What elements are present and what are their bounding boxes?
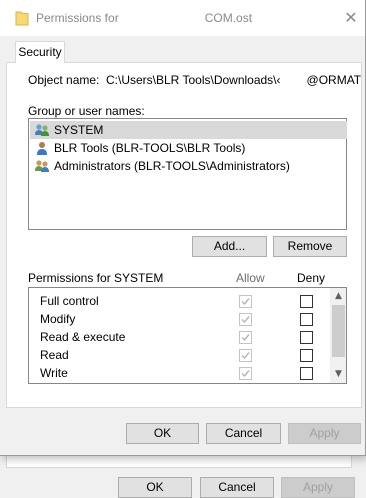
allow-checkbox — [239, 367, 252, 380]
deny-column-header: Deny — [297, 271, 326, 285]
permission-name: Write — [40, 366, 68, 380]
object-name-value-right: @ORMAT — [306, 73, 362, 87]
user-label: Administrators (BLR-TOOLS\Administrators… — [54, 159, 290, 173]
remove-user-button[interactable]: Remove — [273, 236, 347, 257]
user-row-system[interactable]: SYSTEM — [30, 121, 347, 139]
title-bar[interactable]: Permissions for COM.ost ✕ — [0, 0, 365, 36]
parent-apply-button: Apply — [281, 477, 355, 498]
deny-checkbox[interactable] — [300, 331, 313, 344]
users-group-icon — [34, 158, 50, 174]
folder-icon — [15, 10, 29, 26]
permission-row: Modify — [29, 310, 329, 328]
close-button[interactable]: ✕ — [338, 6, 364, 30]
permission-name: Read & execute — [40, 330, 126, 344]
object-name-label: Object name: — [28, 73, 100, 87]
permissions-dialog: Permissions for COM.ost ✕ Security Object… — [0, 0, 366, 456]
permission-name: Read — [40, 348, 69, 362]
user-label: BLR Tools (BLR-TOOLS\BLR Tools) — [54, 141, 246, 155]
cancel-button[interactable]: Cancel — [206, 423, 281, 444]
permission-row: Read — [29, 346, 329, 364]
user-row-blr-tools[interactable]: BLR Tools (BLR-TOOLS\BLR Tools) — [30, 139, 347, 157]
user-row-administrators[interactable]: Administrators (BLR-TOOLS\Administrators… — [30, 157, 347, 175]
parent-cancel-button[interactable]: Cancel — [200, 477, 274, 498]
permission-name: Modify — [40, 312, 76, 326]
allow-checkbox — [239, 295, 252, 308]
close-icon: ✕ — [344, 8, 358, 27]
deny-checkbox[interactable] — [300, 367, 313, 380]
permission-name: Full control — [40, 294, 99, 308]
allow-checkbox — [239, 349, 252, 362]
permission-row: Read & execute — [29, 328, 329, 346]
allow-column-header: Allow — [236, 271, 265, 285]
parent-ok-button[interactable]: OK — [118, 477, 192, 498]
group-names-label: Group or user names: — [28, 104, 145, 118]
add-user-button[interactable]: Add... — [192, 236, 267, 257]
window-title: Permissions for COM.ost — [36, 11, 252, 25]
users-group-icon — [34, 122, 50, 138]
ok-button[interactable]: OK — [126, 423, 199, 444]
user-icon — [34, 140, 50, 156]
permissions-scrollbar[interactable]: ▲ ▼ — [330, 288, 346, 383]
tab-security[interactable]: Security — [15, 41, 65, 63]
deny-checkbox[interactable] — [300, 313, 313, 326]
object-name-value-left: C:\Users\BLR Tools\Downloads\‹ — [106, 73, 281, 87]
user-label: SYSTEM — [54, 123, 104, 137]
permission-row: Full control — [29, 292, 329, 310]
window-title-right: COM.ost — [204, 11, 253, 25]
deny-checkbox[interactable] — [300, 295, 313, 308]
permissions-list[interactable]: Full control Modify Read & execute Read — [28, 287, 347, 384]
deny-checkbox[interactable] — [300, 349, 313, 362]
apply-button: Apply — [288, 423, 361, 444]
window-title-left: Permissions for — [36, 11, 119, 25]
scroll-up-icon[interactable]: ▲ — [330, 288, 346, 305]
allow-checkbox — [239, 331, 252, 344]
permission-row: Write — [29, 364, 329, 382]
user-list[interactable]: SYSTEM BLR Tools (BLR-TOOLS\BLR Tools) A… — [28, 118, 347, 230]
permissions-header: Permissions for SYSTEM — [28, 271, 164, 285]
allow-checkbox — [239, 313, 252, 326]
scroll-thumb[interactable] — [332, 305, 345, 357]
permission-row-partial — [29, 382, 329, 383]
scroll-down-icon[interactable]: ▼ — [330, 366, 346, 383]
object-name-value: C:\Users\BLR Tools\Downloads\‹ @ORMAT — [106, 73, 361, 87]
